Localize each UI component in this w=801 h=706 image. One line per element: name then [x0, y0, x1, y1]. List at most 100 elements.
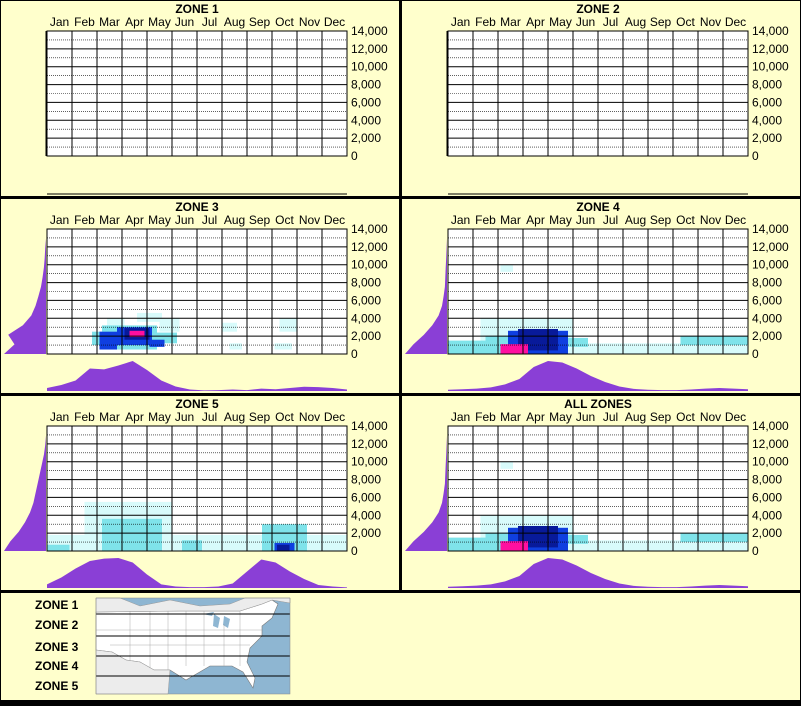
month-label: Jan: [451, 213, 470, 227]
month-label: Jun: [576, 410, 595, 424]
panel-title: ZONE 5: [175, 397, 219, 411]
y-tick-label: 8,000: [752, 276, 782, 290]
zone-panel-6: ALL ZONES Jan Feb Mar Apr May Jun Jul Aug Sep Oct N…: [401, 395, 801, 591]
y-tick-label: 8,000: [752, 473, 782, 487]
month-label: Apr: [125, 15, 144, 29]
y-tick-label: 10,000: [351, 60, 388, 74]
month-label: Jul: [603, 410, 618, 424]
month-label: Feb: [475, 15, 496, 29]
month-label: Sep: [650, 213, 672, 227]
month-label: Nov: [700, 410, 721, 424]
heat-cell: [680, 336, 748, 346]
month-label: Sep: [650, 15, 672, 29]
y-tick-label: 6,000: [351, 490, 381, 504]
heat-cell: [229, 343, 242, 350]
y-tick-label: 0: [351, 347, 358, 361]
y-tick-label: 0: [351, 544, 358, 558]
heat-cell: [568, 534, 588, 544]
y-tick-label: 4,000: [351, 508, 381, 522]
month-label: Jan: [50, 410, 69, 424]
y-tick-label: 6,000: [351, 293, 381, 307]
month-label: Mar: [500, 213, 521, 227]
legend-zone-label: ZONE 1: [35, 598, 79, 612]
y-tick-label: 8,000: [351, 473, 381, 487]
legend-zone-label: ZONE 4: [35, 659, 79, 673]
zone-legend-panel: ZONE 1 ZONE 2 ZONE 3 ZONE 4 ZONE 5: [0, 592, 801, 701]
y-tick-label: 14,000: [752, 24, 789, 38]
y-tick-label: 12,000: [752, 437, 789, 451]
month-label: Sep: [249, 410, 271, 424]
y-tick-label: 14,000: [351, 222, 388, 236]
y-tick-label: 6,000: [752, 95, 782, 109]
month-label: Jan: [50, 15, 69, 29]
zone-panel-1: ZONE 1 Jan Feb Mar Apr May Jun Jul Aug Sep Oct Nov D…: [0, 0, 400, 197]
month-label: Sep: [249, 15, 271, 29]
zone-panel-5: ZONE 5 Jan Feb Mar Apr May Jun Jul Aug Sep Oct Nov D…: [0, 395, 400, 591]
month-label: Feb: [475, 410, 496, 424]
month-label: Mar: [99, 410, 120, 424]
month-label: Mar: [500, 15, 521, 29]
y-tick-label: 10,000: [351, 455, 388, 469]
heat-cell: [109, 528, 137, 543]
y-tick-label: 2,000: [351, 329, 381, 343]
month-label: Nov: [299, 213, 320, 227]
month-label: Dec: [725, 410, 746, 424]
month-label: Oct: [275, 213, 294, 227]
y-tick-label: 12,000: [351, 240, 388, 254]
month-label: Jul: [202, 410, 217, 424]
month-label: Aug: [625, 213, 646, 227]
month-label: Mar: [99, 15, 120, 29]
heat-cell: [680, 542, 748, 551]
month-label: Apr: [125, 213, 144, 227]
y-tick-label: 2,000: [752, 131, 782, 145]
us-map: [95, 597, 291, 695]
zone-panel-2: ZONE 2 Jan Feb Mar Apr May Jun Jul Aug Sep Oct Nov D…: [401, 0, 801, 197]
y-tick-label: 6,000: [752, 490, 782, 504]
month-label: Jun: [175, 410, 194, 424]
y-tick-label: 12,000: [351, 42, 388, 56]
month-label: Apr: [526, 410, 545, 424]
month-label: Apr: [526, 15, 545, 29]
month-label: May: [549, 213, 572, 227]
figure-canvas: ZONE 1 Jan Feb Mar Apr May Jun Jul Aug Sep Oct Nov D…: [0, 0, 801, 701]
y-tick-label: 10,000: [752, 455, 789, 469]
y-tick-label: 0: [752, 544, 759, 558]
month-label: Mar: [99, 213, 120, 227]
heat-cell: [680, 533, 748, 543]
heat-cell: [159, 318, 180, 332]
heat-cell: [279, 318, 297, 332]
month-label: Sep: [249, 213, 271, 227]
month-label: Oct: [676, 15, 695, 29]
y-tick-label: 0: [752, 149, 759, 163]
panel-title: ZONE 1: [175, 2, 219, 16]
y-tick-label: 2,000: [351, 131, 381, 145]
legend-zone-label: ZONE 3: [35, 640, 79, 654]
month-label: Sep: [650, 410, 672, 424]
panel-title: ZONE 2: [576, 2, 620, 16]
y-tick-label: 14,000: [752, 419, 789, 433]
month-label: Oct: [676, 213, 695, 227]
month-label: Nov: [299, 410, 320, 424]
y-tick-label: 10,000: [351, 258, 388, 272]
y-tick-label: 4,000: [351, 311, 381, 325]
month-label: Apr: [125, 410, 144, 424]
month-label: Dec: [324, 15, 345, 29]
month-label: Aug: [224, 410, 245, 424]
month-label: Jul: [202, 213, 217, 227]
month-label: May: [148, 213, 171, 227]
heat-cell: [680, 345, 748, 354]
heat-cell: [568, 337, 588, 347]
heat-cell: [149, 339, 165, 347]
month-label: Nov: [700, 15, 721, 29]
y-tick-label: 12,000: [752, 240, 789, 254]
panel-title: ZONE 4: [576, 200, 620, 214]
y-tick-label: 10,000: [752, 258, 789, 272]
heat-cell: [500, 541, 528, 551]
zone-panel-3: ZONE 3 Jan Feb Mar Apr May Jun Jul Aug Sep Oct Nov D…: [0, 198, 400, 394]
month-label: May: [549, 410, 572, 424]
month-label: Dec: [725, 213, 746, 227]
month-label: Nov: [299, 15, 320, 29]
heat-cell: [500, 264, 513, 272]
zone-panel-4: ZONE 4 Jan Feb Mar Apr May Jun Jul Aug Sep Oct Nov D…: [401, 198, 801, 394]
month-label: Aug: [224, 213, 245, 227]
